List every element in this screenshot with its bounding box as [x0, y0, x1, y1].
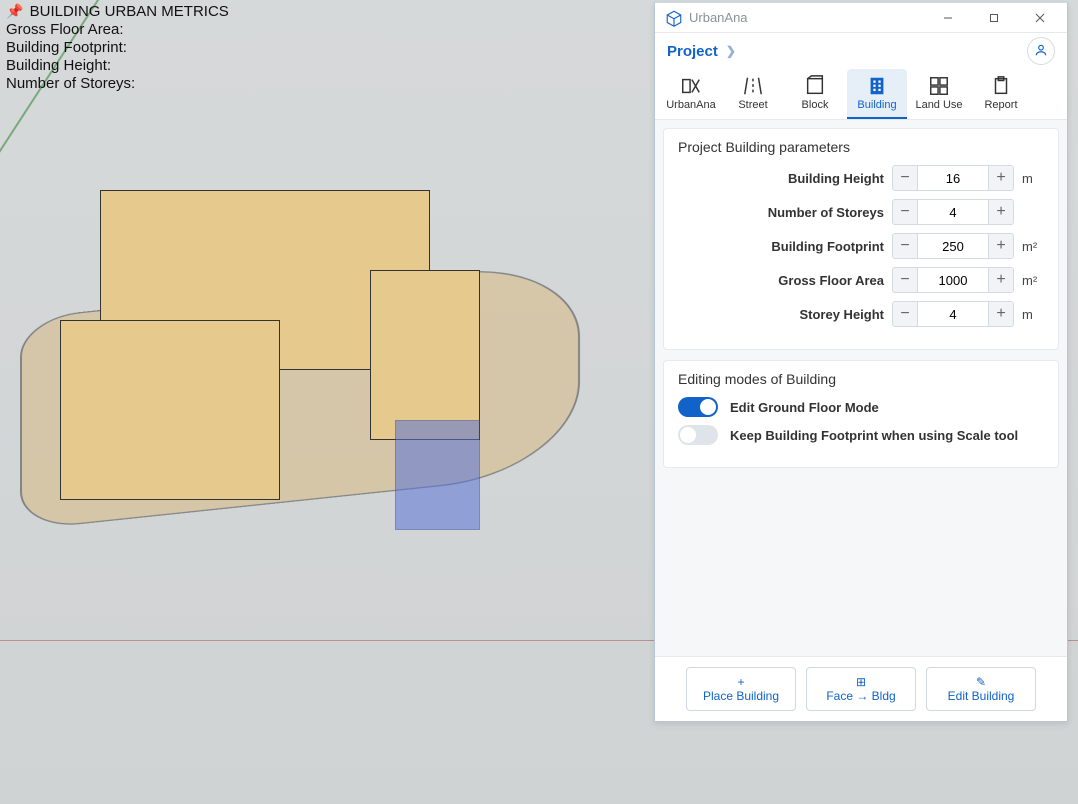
decrement-button[interactable]: −: [893, 200, 917, 224]
breadcrumb: Project ❯: [655, 33, 1067, 69]
param-label: Building Footprint: [678, 239, 884, 254]
breadcrumb-label: Project: [667, 43, 718, 60]
metrics-title: BUILDING URBAN METRICS: [30, 3, 229, 20]
stepper-storey_height: −+: [892, 301, 1014, 327]
unit-label: m²: [1022, 273, 1044, 288]
tab-label: UrbanAna: [661, 99, 721, 111]
buildings-sketch: [0, 170, 650, 600]
tab-landuse[interactable]: Land Use: [909, 69, 969, 119]
breadcrumb-project[interactable]: Project ❯: [667, 43, 736, 60]
tab-street[interactable]: Street: [723, 69, 783, 119]
increment-button[interactable]: +: [989, 302, 1013, 326]
user-icon: [1034, 43, 1048, 60]
toggle-label: Keep Building Footprint when using Scale…: [730, 428, 1018, 443]
stepper-building_footprint: −+: [892, 233, 1014, 259]
panel-footer: +Place Building⊞Face → Bldg✎Edit Buildin…: [655, 656, 1067, 721]
urbanana-icon: [661, 73, 721, 99]
unit-label: m: [1022, 307, 1044, 322]
param-label: Building Height: [678, 171, 884, 186]
param-label: Gross Floor Area: [678, 273, 884, 288]
param-row-number_of_storeys: Number of Storeys−+: [678, 199, 1044, 225]
action-label: Face → Bldg: [826, 689, 895, 703]
tab-label: Report: [971, 99, 1031, 111]
toggle-label: Edit Ground Floor Mode: [730, 400, 879, 415]
increment-button[interactable]: +: [989, 200, 1013, 224]
tab-label: Land Use: [909, 99, 969, 111]
tab-urbanana[interactable]: UrbanAna: [661, 69, 721, 119]
building-block: [60, 320, 280, 500]
increment-button[interactable]: +: [989, 166, 1013, 190]
param-label: Storey Height: [678, 307, 884, 322]
param-row-storey_height: Storey Height−+m: [678, 301, 1044, 327]
stepper-number_of_storeys: −+: [892, 199, 1014, 225]
unit-label: m²: [1022, 239, 1044, 254]
place-icon: +: [737, 676, 744, 688]
param-row-building_height: Building Height−+m: [678, 165, 1044, 191]
window-close-button[interactable]: [1017, 3, 1063, 33]
street-icon: [723, 73, 783, 99]
tab-label: Building: [847, 99, 907, 111]
stepper-building_height: −+: [892, 165, 1014, 191]
tab-building[interactable]: Building: [847, 69, 907, 119]
modes-card: Editing modes of Building Edit Ground Fl…: [663, 360, 1059, 468]
edit-icon: ✎: [976, 676, 986, 688]
toggle-row-edit_ground_floor: Edit Ground Floor Mode: [678, 397, 1044, 417]
building-block: [370, 270, 480, 440]
metric-line: Building Footprint:: [6, 39, 229, 57]
face-button[interactable]: ⊞Face → Bldg: [806, 667, 916, 711]
toggle-edit_ground_floor[interactable]: [678, 397, 718, 417]
pin-icon: 📌: [6, 2, 23, 20]
tabs: UrbanAnaStreetBlockBuildingLand UseRepor…: [655, 69, 1067, 120]
decrement-button[interactable]: −: [893, 302, 917, 326]
panel-window: UrbanAna Project ❯ UrbanAnaStreetBlockBu…: [654, 2, 1068, 722]
param-row-building_footprint: Building Footprint−+m²: [678, 233, 1044, 259]
chevron-right-icon: ❯: [726, 44, 736, 58]
param-row-gross_floor_area: Gross Floor Area−+m²: [678, 267, 1044, 293]
tab-block[interactable]: Block: [785, 69, 845, 119]
block-icon: [785, 73, 845, 99]
decrement-button[interactable]: −: [893, 268, 917, 292]
window-minimize-button[interactable]: [925, 3, 971, 33]
stepper-gross_floor_area: −+: [892, 267, 1014, 293]
value-input[interactable]: [917, 302, 989, 326]
building-icon: [847, 73, 907, 99]
value-input[interactable]: [917, 268, 989, 292]
params-card: Project Building parameters Building Hei…: [663, 128, 1059, 350]
tab-label: Street: [723, 99, 783, 111]
metric-line: Number of Storeys:: [6, 75, 229, 93]
value-input[interactable]: [917, 234, 989, 258]
modes-card-title: Editing modes of Building: [678, 371, 1044, 387]
metric-line: Gross Floor Area:: [6, 21, 229, 39]
report-icon: [971, 73, 1031, 99]
increment-button[interactable]: +: [989, 268, 1013, 292]
window-maximize-button[interactable]: [971, 3, 1017, 33]
params-card-title: Project Building parameters: [678, 139, 1044, 155]
building-ghost-selection: [395, 420, 480, 530]
toggle-keep_footprint[interactable]: [678, 425, 718, 445]
unit-label: m: [1022, 171, 1044, 186]
app-logo-icon: [665, 9, 683, 27]
face-icon: ⊞: [856, 676, 866, 688]
account-button[interactable]: [1027, 37, 1055, 65]
decrement-button[interactable]: −: [893, 166, 917, 190]
tab-label: Block: [785, 99, 845, 111]
increment-button[interactable]: +: [989, 234, 1013, 258]
edit-button[interactable]: ✎Edit Building: [926, 667, 1036, 711]
param-label: Number of Storeys: [678, 205, 884, 220]
metrics-overlay: 📌 BUILDING URBAN METRICS Gross Floor Are…: [6, 2, 229, 93]
value-input[interactable]: [917, 166, 989, 190]
window-title: UrbanAna: [689, 10, 925, 25]
action-label: Edit Building: [948, 689, 1015, 703]
place-button[interactable]: +Place Building: [686, 667, 796, 711]
toggle-row-keep_footprint: Keep Building Footprint when using Scale…: [678, 425, 1044, 445]
panel-body: Project Building parameters Building Hei…: [655, 120, 1067, 656]
value-input[interactable]: [917, 200, 989, 224]
tab-report[interactable]: Report: [971, 69, 1031, 119]
metric-line: Building Height:: [6, 57, 229, 75]
landuse-icon: [909, 73, 969, 99]
titlebar[interactable]: UrbanAna: [655, 3, 1067, 33]
action-label: Place Building: [703, 689, 779, 703]
decrement-button[interactable]: −: [893, 234, 917, 258]
